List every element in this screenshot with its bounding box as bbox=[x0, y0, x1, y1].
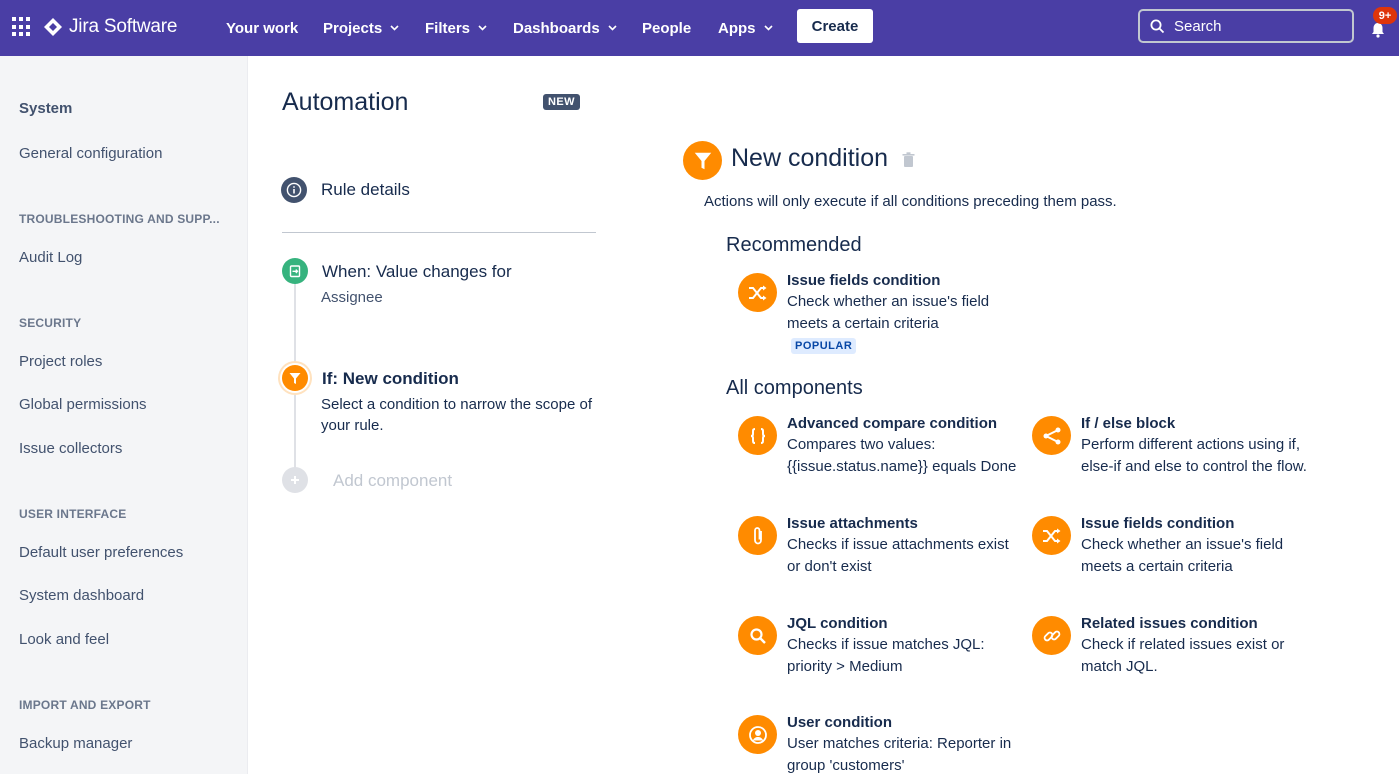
component-jql-condition[interactable]: JQL condition Checks if issue matches JQ… bbox=[738, 615, 1018, 676]
trigger-step-icon[interactable] bbox=[282, 258, 308, 284]
nav-dashboards[interactable]: Dashboards bbox=[513, 0, 617, 56]
component-advanced-compare-condition[interactable]: Advanced compare condition Compares two … bbox=[738, 415, 1018, 496]
component-name: Related issues condition bbox=[1081, 615, 1258, 632]
component-description: Checks if issue matches JQL: priority > … bbox=[787, 636, 985, 675]
component-name: Issue fields condition bbox=[1081, 515, 1235, 532]
component-description: Check whether an issue's field meets a c… bbox=[787, 293, 990, 332]
braces-icon bbox=[738, 416, 777, 455]
user-icon bbox=[738, 715, 777, 754]
component-description: Check if related issues exist or match J… bbox=[1081, 636, 1285, 675]
app-switcher-icon[interactable] bbox=[12, 17, 32, 37]
add-component-button[interactable]: Add component bbox=[333, 471, 452, 491]
trigger-step-subtitle: Assignee bbox=[321, 289, 383, 306]
branch-icon bbox=[1032, 416, 1071, 455]
component-issue-attachments[interactable]: Issue attachments Checks if issue attach… bbox=[738, 515, 1018, 576]
nav-people-label: People bbox=[642, 19, 692, 37]
automation-title: Automation bbox=[282, 88, 409, 116]
sidebar-item-general-configuration[interactable]: General configuration bbox=[19, 145, 162, 162]
sidebar-section-user-interface: USER INTERFACE bbox=[19, 507, 127, 521]
sidebar-section-import-export: IMPORT AND EXPORT bbox=[19, 698, 151, 712]
component-name: User condition bbox=[787, 714, 893, 731]
nav-filters-label: Filters bbox=[425, 19, 471, 37]
trigger-step-title[interactable]: When: Value changes for bbox=[322, 262, 512, 282]
condition-step-subtitle: Select a condition to narrow the scope o… bbox=[321, 396, 592, 434]
add-component-icon[interactable] bbox=[282, 467, 308, 493]
shuffle-icon bbox=[738, 273, 777, 312]
component-related-issues-condition[interactable]: Related issues condition Check if relate… bbox=[1032, 615, 1312, 676]
component-name: Advanced compare condition bbox=[787, 415, 998, 432]
paperclip-icon bbox=[738, 516, 777, 555]
nav-dashboards-label: Dashboards bbox=[513, 19, 600, 37]
component-description: Check whether an issue's field meets a c… bbox=[1081, 536, 1284, 575]
component-description: Checks if issue attachments exist or don… bbox=[787, 536, 1009, 575]
component-description: Perform different actions using if, else… bbox=[1081, 436, 1307, 475]
notification-count-badge: 9+ bbox=[1373, 7, 1397, 24]
bell-icon bbox=[1372, 23, 1384, 38]
sidebar-item-issue-collectors[interactable]: Issue collectors bbox=[19, 440, 122, 457]
trash-icon[interactable] bbox=[902, 152, 915, 168]
popular-badge: POPULAR bbox=[791, 338, 857, 354]
nav-people[interactable]: People bbox=[642, 0, 691, 56]
jira-diamond-icon bbox=[44, 18, 62, 36]
chevron-down-icon bbox=[608, 25, 617, 31]
jira-logo[interactable]: Jira Software bbox=[44, 13, 177, 41]
condition-step-icon[interactable] bbox=[282, 365, 308, 391]
nav-projects-label: Projects bbox=[323, 19, 383, 37]
rule-details-item[interactable]: Rule details bbox=[281, 177, 410, 203]
component-name: JQL condition bbox=[787, 615, 888, 632]
search-icon bbox=[1150, 19, 1165, 33]
component-name: If / else block bbox=[1081, 415, 1176, 432]
nav-apps[interactable]: Apps bbox=[718, 0, 773, 56]
notifications-button[interactable]: 9+ bbox=[1366, 7, 1397, 40]
brand-name: Jira Software bbox=[69, 16, 178, 37]
condition-step-title[interactable]: If: New condition bbox=[322, 369, 459, 389]
sidebar-item-system-dashboard[interactable]: System dashboard bbox=[19, 587, 144, 604]
sidebar-title: System bbox=[19, 100, 73, 117]
component-user-condition[interactable]: User condition User matches criteria: Re… bbox=[738, 714, 1018, 774]
recommended-issue-fields-condition[interactable]: Issue fields condition Check whether an … bbox=[738, 272, 1018, 333]
rule-details-label: Rule details bbox=[321, 180, 410, 199]
recommended-heading: Recommended bbox=[726, 234, 862, 256]
component-description: User matches criteria: Reporter in group… bbox=[787, 735, 1012, 774]
component-name: Issue fields condition bbox=[787, 272, 941, 289]
chevron-down-icon bbox=[478, 25, 487, 31]
all-components-heading: All components bbox=[726, 377, 863, 399]
new-badge: NEW bbox=[543, 94, 580, 110]
component-if-else-block[interactable]: If / else block Perform different action… bbox=[1032, 415, 1312, 496]
search-icon bbox=[738, 616, 777, 655]
panel-divider bbox=[282, 232, 596, 233]
shuffle-icon bbox=[1032, 516, 1071, 555]
nav-apps-label: Apps bbox=[718, 19, 756, 37]
chevron-down-icon bbox=[390, 25, 399, 31]
create-button[interactable]: Create bbox=[797, 9, 873, 43]
component-name: Issue attachments bbox=[787, 515, 918, 532]
sidebar-item-global-permissions[interactable]: Global permissions bbox=[19, 396, 147, 413]
sidebar-item-audit-log[interactable]: Audit Log bbox=[19, 249, 82, 266]
nav-your-work-label: Your work bbox=[226, 19, 299, 37]
sidebar-section-security: SECURITY bbox=[19, 316, 82, 330]
component-description: Compares two values: {{issue.status.name… bbox=[787, 436, 1017, 475]
sidebar-section-troubleshooting: TROUBLESHOOTING AND SUPP... bbox=[19, 212, 220, 226]
sidebar-item-default-user-preferences[interactable]: Default user preferences bbox=[19, 544, 183, 561]
top-navigation-bar: Jira Software Your work Projects Filters… bbox=[0, 0, 1399, 56]
sidebar-item-project-roles[interactable]: Project roles bbox=[19, 353, 102, 370]
sidebar-item-look-and-feel[interactable]: Look and feel bbox=[19, 631, 109, 648]
condition-title: New condition bbox=[731, 144, 889, 172]
filter-icon bbox=[683, 141, 722, 180]
info-icon bbox=[281, 177, 307, 203]
nav-filters[interactable]: Filters bbox=[425, 0, 487, 56]
link-icon bbox=[1032, 616, 1071, 655]
admin-sidebar: System General configuration TROUBLESHOO… bbox=[0, 56, 248, 774]
condition-description: Actions will only execute if all conditi… bbox=[704, 193, 1117, 210]
nav-your-work[interactable]: Your work bbox=[226, 0, 298, 56]
sidebar-item-backup-manager[interactable]: Backup manager bbox=[19, 735, 132, 752]
search-input[interactable] bbox=[1174, 17, 1344, 35]
nav-projects[interactable]: Projects bbox=[323, 0, 399, 56]
chevron-down-icon bbox=[763, 25, 773, 31]
component-issue-fields-condition[interactable]: Issue fields condition Check whether an … bbox=[1032, 515, 1312, 576]
search-field[interactable] bbox=[1138, 9, 1354, 43]
